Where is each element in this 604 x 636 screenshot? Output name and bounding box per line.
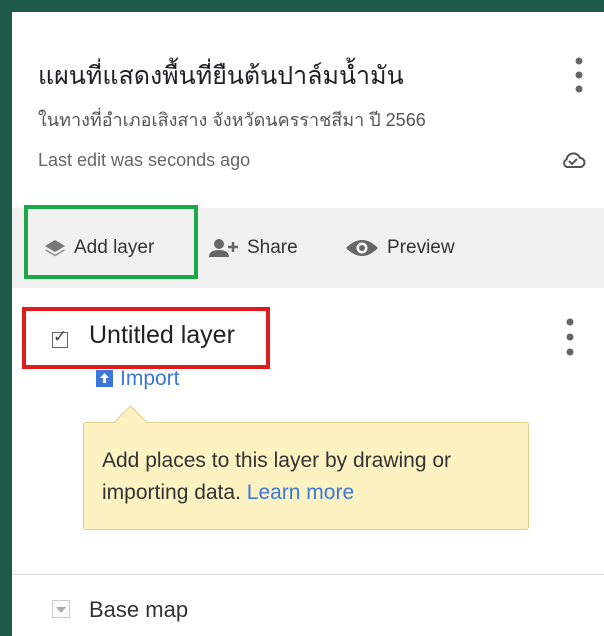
base-map-dropdown[interactable] (52, 600, 70, 618)
last-edit-status: Last edit was seconds ago (38, 150, 251, 170)
layer-hint-tooltip: Add places to this layer by drawing or i… (83, 422, 529, 530)
eye-icon (346, 240, 378, 256)
more-vert-icon[interactable] (572, 56, 586, 94)
layer-highlight (22, 307, 270, 369)
layer-options-icon[interactable] (563, 317, 577, 357)
chevron-down-icon (56, 607, 66, 613)
base-map-label[interactable]: Base map (89, 597, 188, 623)
share-button[interactable]: Share (209, 208, 298, 288)
map-description[interactable]: ในทางที่อำเภอเสิงสาง จังหวัดนครราชสีมา ป… (38, 105, 426, 134)
layer-hint-text: Add places to this layer by drawing or i… (102, 445, 522, 509)
import-link[interactable]: Import (120, 367, 180, 391)
learn-more-link[interactable]: Learn more (247, 481, 354, 504)
add-layer-highlight (24, 205, 198, 279)
share-label: Share (247, 237, 298, 258)
cloud-saved-icon (563, 152, 586, 168)
preview-button[interactable]: Preview (345, 208, 455, 288)
section-divider (12, 574, 604, 575)
map-editor-panel: แผนที่แสดงพื้นที่ยืนต้นปาล์มน้ำมัน ในทาง… (12, 12, 604, 636)
upload-icon[interactable] (96, 370, 113, 387)
person-add-icon (209, 239, 238, 257)
map-title[interactable]: แผนที่แสดงพื้นที่ยืนต้นปาล์มน้ำมัน (38, 56, 404, 96)
preview-label: Preview (387, 237, 455, 258)
